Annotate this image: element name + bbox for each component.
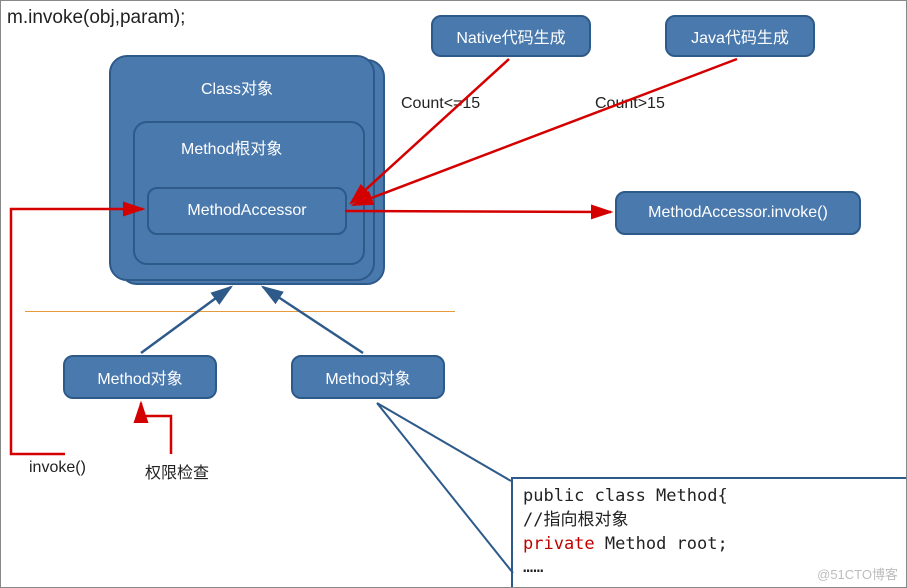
class-box-label: Class对象 (201, 75, 273, 99)
code-line-1: public class Method{ (523, 485, 901, 509)
page-title: m.invoke(obj,param); (7, 7, 185, 29)
diagram-canvas: m.invoke(obj,param); Class对象 Method根对象 M… (0, 0, 907, 588)
method-accessor-label: MethodAccessor (187, 202, 306, 220)
method-root-label: Method根对象 (181, 135, 282, 159)
native-gen-box: Native代码生成 (431, 15, 591, 57)
method-obj-1: Method对象 (63, 355, 217, 399)
accessor-invoke-box: MethodAccessor.invoke() (615, 191, 861, 235)
code-line-3-rest: Method root; (595, 534, 728, 554)
code-kw-private: private (523, 534, 595, 554)
invoke-label: invoke() (29, 459, 86, 477)
method-obj-2-label: Method对象 (325, 365, 410, 389)
java-gen-box: Java代码生成 (665, 15, 815, 57)
java-gen-label: Java代码生成 (691, 24, 789, 48)
watermark: @51CTO博客 (817, 564, 898, 583)
divider (25, 311, 455, 312)
method-accessor-box: MethodAccessor (147, 187, 347, 235)
count-gt15-label: Count>15 (595, 95, 665, 113)
count-le15-label: Count<=15 (401, 95, 480, 113)
accessor-invoke-label: MethodAccessor.invoke() (648, 204, 828, 222)
code-line-2: //指向根对象 (523, 509, 901, 533)
perm-check-label: 权限检查 (145, 459, 209, 483)
native-gen-label: Native代码生成 (456, 24, 565, 48)
code-line-3: private Method root; (523, 533, 901, 557)
method-obj-1-label: Method对象 (97, 365, 182, 389)
method-obj-2: Method对象 (291, 355, 445, 399)
